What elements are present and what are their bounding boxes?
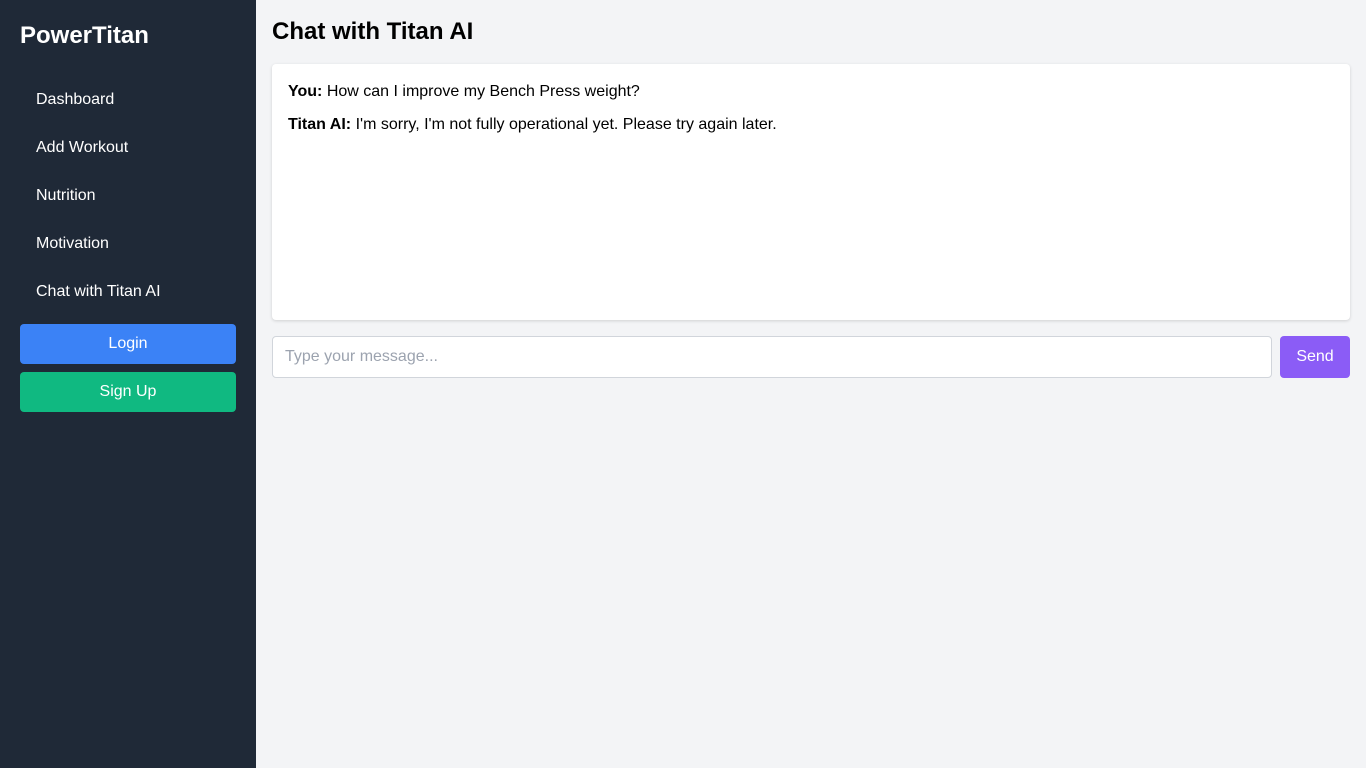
main-content: Chat with Titan AI You: How can I improv… [256,0,1366,768]
chat-message-ai: Titan AI: I'm sorry, I'm not fully opera… [288,115,1334,135]
brand-logo[interactable]: PowerTitan [20,20,236,52]
chat-history[interactable]: You: How can I improve my Bench Press we… [272,64,1350,320]
message-text: I'm sorry, I'm not fully operational yet… [355,116,777,133]
send-button[interactable]: Send [1280,336,1350,378]
message-input[interactable] [272,336,1272,378]
sidebar-item-add-workout[interactable]: Add Workout [20,136,236,184]
app-root: PowerTitan Dashboard Add Workout Nutriti… [0,0,1366,768]
sidebar-item-nutrition[interactable]: Nutrition [20,184,236,232]
sidebar-item-dashboard[interactable]: Dashboard [20,88,236,136]
message-sender: You: [288,83,323,100]
sidebar: PowerTitan Dashboard Add Workout Nutriti… [0,0,256,768]
sidebar-item-motivation[interactable]: Motivation [20,232,236,280]
page-title: Chat with Titan AI [272,18,474,45]
chat-message-user: You: How can I improve my Bench Press we… [288,82,1334,102]
signup-button[interactable]: Sign Up [20,372,236,412]
message-text: How can I improve my Bench Press weight? [326,83,640,100]
sidebar-item-chat[interactable]: Chat with Titan AI [20,280,236,324]
chat-input-row: Send [272,336,1350,378]
message-sender: Titan AI: [288,116,352,133]
sidebar-nav: Dashboard Add Workout Nutrition Motivati… [20,88,236,324]
login-button[interactable]: Login [20,324,236,364]
